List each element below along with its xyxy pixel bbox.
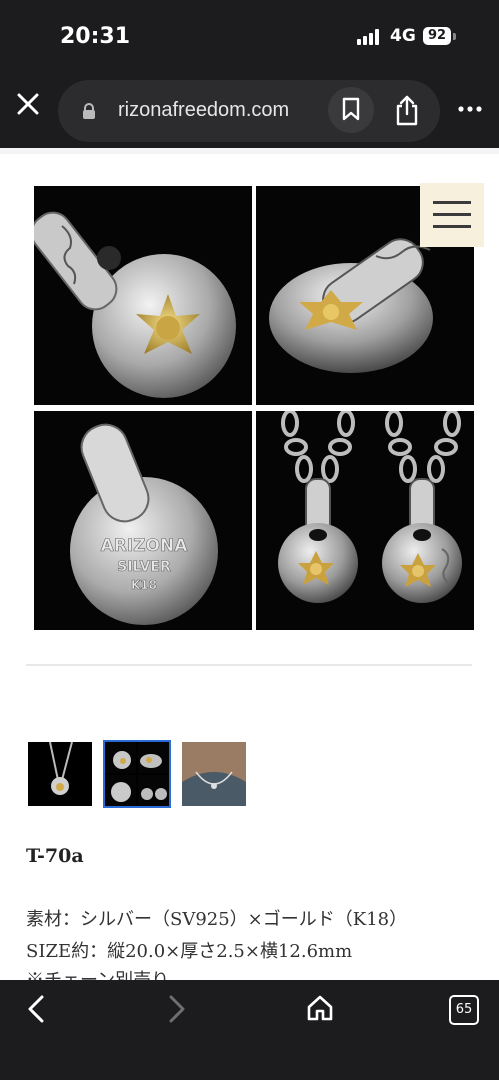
close-icon[interactable] (14, 90, 42, 118)
thumbnail-2[interactable] (103, 740, 171, 808)
bottom-toolbar (0, 980, 499, 1080)
forward-icon[interactable] (165, 994, 189, 1024)
product-photo-chain[interactable] (256, 411, 474, 630)
engraving-line2: SILVER (117, 559, 171, 575)
product-material: 素材：シルバー（SV925）×ゴールド（K18） (26, 909, 408, 930)
product-photo-front[interactable] (34, 186, 252, 405)
status-bar: 20:31 4G 92 (0, 0, 499, 70)
menu-icon (433, 201, 471, 204)
thumbnail-3[interactable] (182, 742, 246, 806)
more-icon[interactable] (458, 106, 482, 112)
battery-icon: 92 (423, 27, 451, 45)
tabs-icon[interactable]: 65 (449, 995, 479, 1025)
product-size: SIZE約：縦20.0×厚さ2.5×横12.6mm (26, 941, 353, 962)
url-text[interactable]: rizonafreedom.com (118, 99, 289, 122)
product-photo-back[interactable]: ARIZONA SILVER K18 (34, 411, 252, 630)
battery-tip (453, 33, 456, 40)
signal-icon (357, 29, 383, 45)
engraving-line1: ARIZONA (101, 536, 189, 556)
engraving-line3: K18 (131, 578, 157, 592)
share-icon[interactable] (393, 94, 421, 126)
divider (26, 664, 472, 666)
product-code: T-70a (26, 845, 84, 867)
back-icon[interactable] (24, 994, 48, 1024)
lock-icon (83, 103, 95, 119)
bookmark-icon[interactable] (341, 97, 361, 121)
menu-button[interactable] (420, 183, 484, 247)
status-time: 20:31 (60, 24, 131, 49)
network-type: 4G (390, 26, 416, 46)
product-image-grid[interactable]: ARIZONA SILVER K18 (34, 186, 474, 630)
home-icon[interactable] (306, 994, 334, 1022)
page-top-edge (0, 148, 499, 154)
thumbnail-1[interactable] (28, 742, 92, 806)
